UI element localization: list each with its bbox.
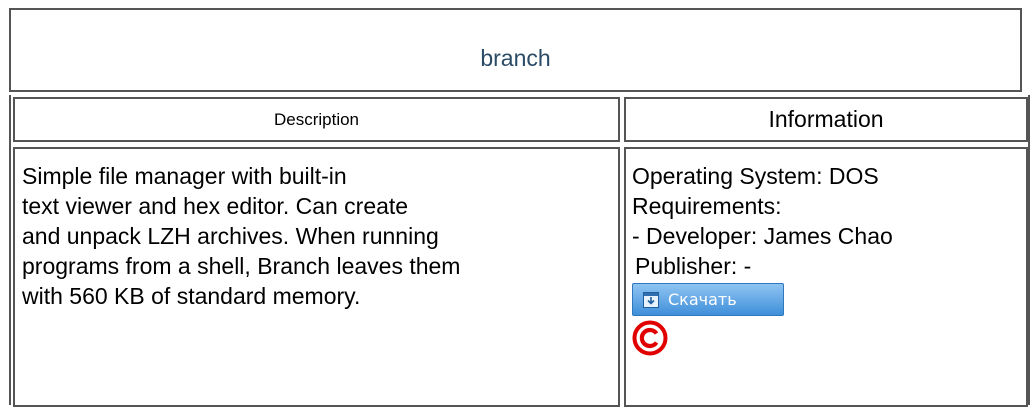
copyright-icon <box>632 320 668 356</box>
title-box: branch <box>9 8 1022 92</box>
description-header: Description <box>13 97 620 142</box>
information-cell: Operating System: DOS Requirements: - De… <box>624 147 1028 407</box>
page-title: branch <box>480 44 551 71</box>
information-header-label: Information <box>768 106 884 132</box>
information-header: Information <box>624 97 1028 142</box>
description-cell: Simple file manager with built-in text v… <box>13 147 620 407</box>
publisher-info: Publisher: - <box>635 253 752 279</box>
download-button-label: Скачать <box>668 289 737 309</box>
description-header-label: Description <box>273 109 360 129</box>
developer-info: - Developer: James Chao <box>632 223 893 249</box>
description-line: programs from a shell, Branch leaves the… <box>22 253 461 279</box>
description-line: and unpack LZH archives. When running <box>22 223 439 249</box>
requirements-info: Requirements: <box>632 193 782 219</box>
download-button[interactable]: Скачать <box>632 283 784 316</box>
os-info: Operating System: DOS <box>632 163 879 189</box>
download-icon <box>643 291 659 308</box>
description-line: Simple file manager with built-in <box>22 163 347 189</box>
description-line: with 560 KB of standard memory. <box>22 283 361 309</box>
description-line: text viewer and hex editor. Can create <box>22 193 409 219</box>
